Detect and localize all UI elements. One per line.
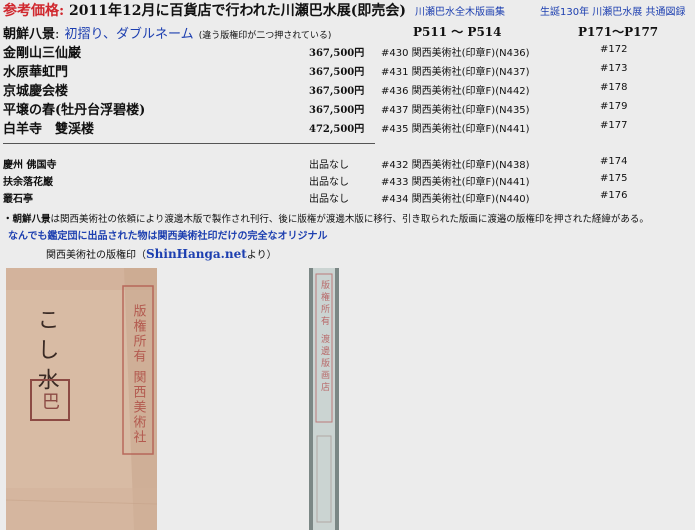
listed-prints-table: 金剛山三仙巌 367,500円 #430 関西美術社(印章F)(N436) #1… [0,42,695,137]
print-title: 慶州 佛国寺 [3,160,57,171]
print-anniversary-number: #178 [600,82,628,93]
print-anniversary-number: #174 [600,156,628,167]
publisher-stamp: 版権所有 関西美術社 [131,304,147,445]
table-row: 平壌の春(牡丹台浮碧楼) 367,500円 #437 関西美術社(印章F)(N4… [0,99,695,118]
print-anniversary-number: #177 [600,120,628,131]
print-catalog-number: #435 関西美術社(印章F)(N441) [381,124,530,135]
kansai-seal-photo-art: 版権所有 関西美術社 こし水 巴 [6,268,157,530]
edition-type-link[interactable]: 初摺り、ダブルネーム [65,27,194,42]
print-catalog-number: #436 関西美術社(印章F)(N442) [381,86,530,97]
print-title: 金剛山三仙巌 [3,46,82,61]
print-price: 472,500円 [309,124,365,135]
watanabe-seal-photo-art: 版権所有 渡邊版画店 [309,268,339,530]
print-title: 平壌の春(牡丹台浮碧楼) [3,103,146,118]
footnote-series: ・朝鮮八景 [3,214,51,225]
edition-type-note: (違う版権印が二つ押されている) [198,31,332,41]
print-price: 367,500円 [309,105,365,116]
print-price: 367,500円 [309,86,365,97]
print-catalog-number: #437 関西美術社(印章F)(N435) [381,105,530,116]
series-subheader: 朝鮮八景: 初摺り、ダブルネーム (違う版権印が二つ押されている) [3,23,332,42]
print-price: 367,500円 [309,67,365,78]
table-row: 叢石亭 出品なし #434 関西美術社(印章F)(N440) #176 [0,190,695,207]
column-header-complete-works-pages: P511 〜 P514 [413,25,502,39]
reference-price-label: 参考価格 [3,3,59,19]
table-row: 白羊寺 雙渓楼 472,500円 #435 関西美術社(印章F)(N441) #… [0,118,695,137]
footnote: ・朝鮮八景は関西美術社の依頼により渡邊木版で製作され刊行、後に版権が渡邊木版に移… [3,211,649,225]
print-anniversary-number: #172 [600,44,628,55]
print-anniversary-number: #173 [600,63,628,74]
kansai-seal-photo: 版権所有 関西美術社 こし水 巴 [6,268,157,530]
print-catalog-number: #432 関西美術社(印章F)(N438) [381,160,530,171]
table-row: 慶州 佛国寺 出品なし #432 関西美術社(印章F)(N438) #174 [0,156,695,173]
print-anniversary-number: #175 [600,173,628,184]
print-availability: 出品なし [309,194,349,205]
print-anniversary-number: #176 [600,190,628,201]
artist-signature: こし水 [34,308,60,398]
table-row: 水原華虹門 367,500円 #431 関西美術社(印章F)(N437) #17… [0,61,695,80]
print-catalog-number: #430 関西美術社(印章F)(N436) [381,48,530,59]
print-catalog-number: #431 関西美術社(印章F)(N437) [381,67,530,78]
print-title: 京城慶会楼 [3,84,69,99]
print-title: 水原華虹門 [3,65,69,80]
print-availability: 出品なし [309,177,349,188]
section-divider [3,143,375,144]
exhibition-title: 2011年12月に百貨店で行われた川瀬巴水展(即売会) [69,3,407,19]
print-title: 叢石亭 [3,194,33,205]
watanabe-seal-photo: 版権所有 渡邊版画店 [309,268,339,530]
watanabe-stamp: 版権所有 渡邊版画店 [319,279,330,394]
print-price: 367,500円 [309,48,365,59]
table-row: 扶余落花巌 出品なし #433 関西美術社(印章F)(N441) #175 [0,173,695,190]
appraisal-notice-link[interactable]: なんでも鑑定団に出品された物は関西美術社印だけの完全なオリジナル [8,227,328,242]
series-colon: : [55,27,60,42]
table-row: 京城慶会楼 367,500円 #436 関西美術社(印章F)(N442) #17… [0,80,695,99]
catalog-link-130th-anniversary[interactable]: 生誕130年 川瀬巴水展 共通図録 [540,3,685,18]
header-title-line: 参考価格: 2011年12月に百貨店で行われた川瀬巴水展(即売会) [3,0,406,20]
table-row: 金剛山三仙巌 367,500円 #430 関西美術社(印章F)(N436) #1… [0,42,695,61]
artist-seal: 巴 [42,392,60,413]
print-catalog-number: #433 関西美術社(印章F)(N441) [381,177,530,188]
print-title: 白羊寺 雙渓楼 [3,122,95,137]
print-catalog-number: #434 関西美術社(印章F)(N440) [381,194,530,205]
footnote-text: は関西美術社の依頼により渡邊木版で製作され刊行、後に版権が渡邊木版に移行、引き取… [50,214,649,225]
seal-caption-text: 関西美術社の版権印（ [46,250,146,261]
print-availability: 出品なし [309,160,349,171]
seal-caption-suffix: より） [246,250,277,261]
series-name: 朝鮮八景 [3,27,56,42]
print-anniversary-number: #179 [600,101,628,112]
reference-price-colon: : [59,3,65,19]
print-title: 扶余落花巌 [3,177,53,188]
seal-caption: 関西美術社の版権印（ShinHanga.netより） [46,246,277,261]
catalog-link-complete-works[interactable]: 川瀬巴水全木版画集 [415,3,505,18]
shinhanga-link[interactable]: ShinHanga.net [146,247,247,261]
column-header-anniversary-pages: P171〜P177 [578,25,659,39]
unlisted-prints-table: 慶州 佛国寺 出品なし #432 関西美術社(印章F)(N438) #174 扶… [0,156,695,207]
page-header: 参考価格: 2011年12月に百貨店で行われた川瀬巴水展(即売会) 川瀬巴水全木… [0,0,695,20]
